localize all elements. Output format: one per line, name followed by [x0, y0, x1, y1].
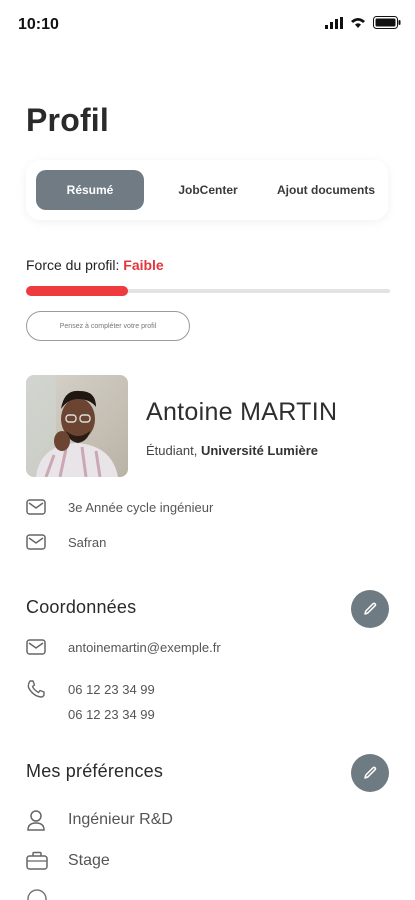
edit-preferences-button[interactable] [351, 754, 389, 792]
user-icon [26, 809, 52, 831]
tab-bar: Résumé JobCenter Ajout documents [26, 160, 388, 220]
detail-year-text: 3e Année cycle ingénieur [68, 499, 214, 515]
user-role: Étudiant, [146, 443, 198, 458]
detail-company-text: Safran [68, 534, 107, 550]
mail-icon [26, 499, 52, 515]
contact-email-text[interactable]: antoinemartin@exemple.fr [68, 640, 221, 655]
contact-section-title: Coordonnées [26, 597, 137, 617]
status-time: 10:10 [18, 16, 59, 33]
pencil-icon [364, 766, 377, 779]
detail-year: 3e Année cycle ingénieur [26, 499, 213, 515]
profile-strength-level: Faible [123, 257, 164, 273]
detail-company: Safran [26, 534, 106, 550]
profile-strength-fill [26, 286, 128, 296]
profile-strength-label: Force du profil: [26, 257, 120, 273]
signal-icon [325, 16, 343, 29]
preference-contract-text: Stage [68, 852, 110, 869]
user-subtitle: Étudiant, Université Lumière [146, 443, 318, 458]
complete-profile-button[interactable]: Pensez à compléter votre profil [26, 311, 190, 341]
contact-phone-second: 06 12 23 34 99 [26, 707, 155, 722]
contact-phone-1[interactable]: 06 12 23 34 99 [68, 682, 155, 697]
avatar [26, 375, 128, 477]
profile-strength-bar [26, 286, 390, 296]
user-name: Antoine MARTIN [146, 398, 338, 426]
contact-phone: 06 12 23 34 99 [26, 679, 155, 699]
preference-contract: Stage [26, 851, 110, 871]
preference-next-partial [26, 888, 52, 900]
edit-contact-button[interactable] [351, 590, 389, 628]
status-icons [325, 16, 401, 29]
tab-resume[interactable]: Résumé [36, 170, 144, 210]
pencil-icon [364, 602, 377, 615]
battery-icon [373, 16, 401, 29]
tab-ajout-documents[interactable]: Ajout documents [266, 170, 386, 210]
preference-position-text: Ingénieur R&D [68, 811, 173, 828]
tab-jobcenter[interactable]: JobCenter [158, 170, 258, 210]
wifi-icon [351, 18, 365, 28]
page-title: Profil [26, 102, 109, 138]
contact-email: antoinemartin@exemple.fr [26, 639, 221, 655]
profile-strength: Force du profil: Faible [26, 257, 164, 273]
preferences-section-title: Mes préférences [26, 761, 164, 781]
user-school: Université Lumière [200, 443, 318, 458]
preference-position: Ingénieur R&D [26, 809, 173, 831]
mail-icon [26, 534, 52, 550]
globe-icon [26, 888, 52, 900]
briefcase-icon [26, 851, 52, 871]
status-bar: 10:10 [0, 0, 415, 48]
contact-phone-2[interactable]: 06 12 23 34 99 [68, 707, 155, 722]
mail-icon [26, 639, 52, 655]
phone-icon [26, 679, 52, 699]
